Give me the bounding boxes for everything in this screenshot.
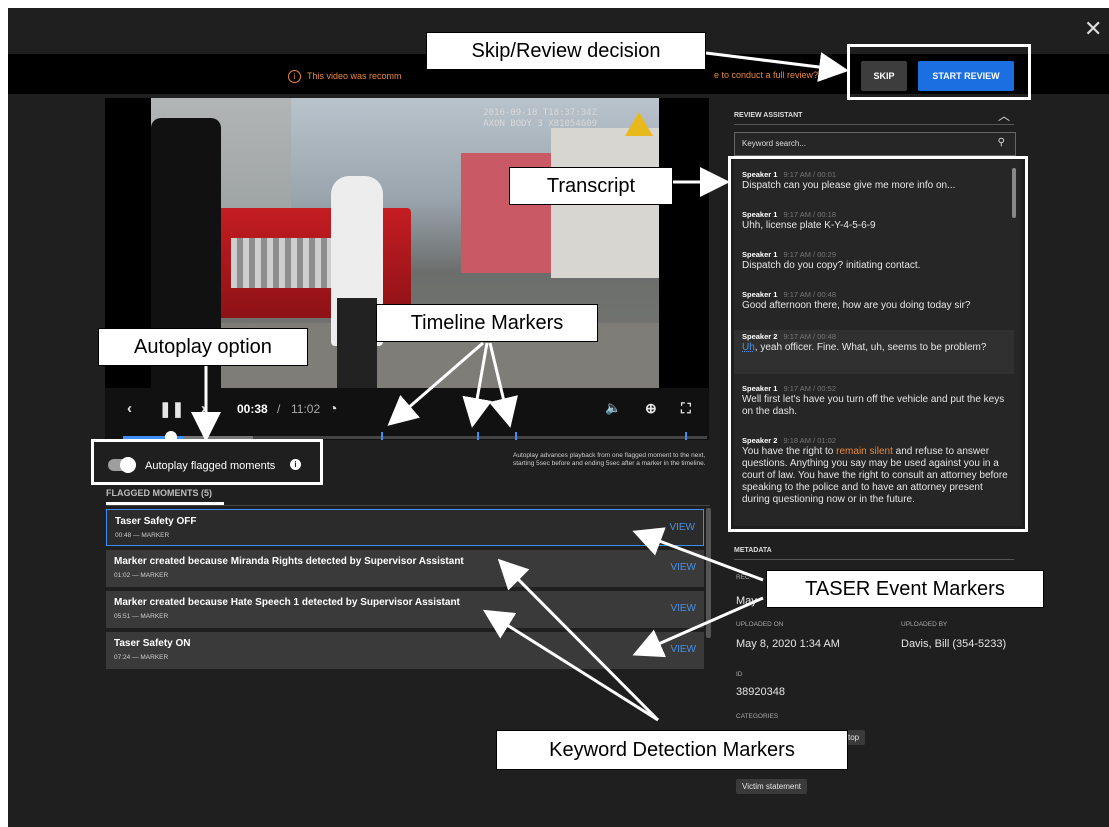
callout-timeline-markers: Timeline Markers — [376, 304, 598, 342]
callout-taser-markers: TASER Event Markers — [766, 570, 1044, 608]
annotation-arrows — [191, 51, 849, 722]
callout-skip-review: Skip/Review decision — [426, 32, 706, 70]
review-modal: ✕ i This video was recomm e to conduct a … — [8, 8, 1109, 827]
callout-transcript: Transcript — [509, 167, 673, 205]
callout-autoplay: Autoplay option — [98, 328, 308, 366]
callout-keyword-markers: Keyword Detection Markers — [496, 730, 848, 770]
